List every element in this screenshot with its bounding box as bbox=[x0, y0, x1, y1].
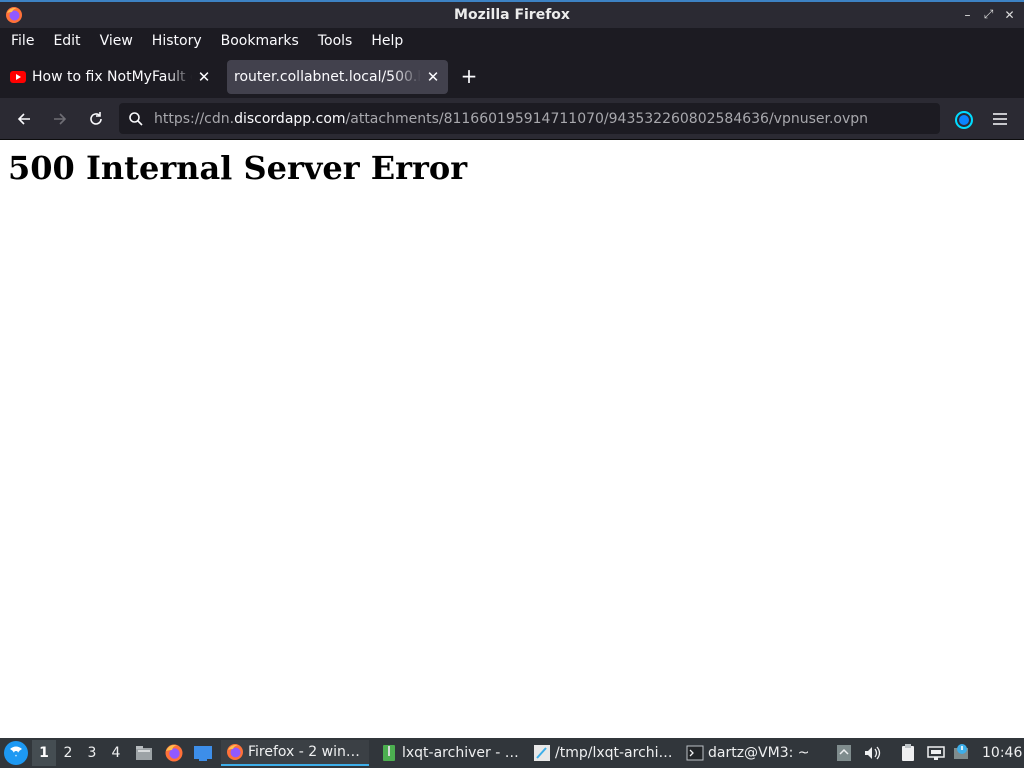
desktop-icon[interactable] bbox=[193, 743, 213, 763]
workspace-3[interactable]: 3 bbox=[86, 745, 98, 761]
url-path: /attachments/811660195914711070/94353226… bbox=[345, 110, 869, 127]
forward-button[interactable] bbox=[48, 107, 72, 131]
clock[interactable]: 10:46 bbox=[982, 745, 1022, 761]
task-terminal[interactable]: dartz@VM3: ~ bbox=[681, 740, 829, 766]
reload-icon bbox=[90, 112, 102, 125]
window-title: Mozilla Firefox bbox=[454, 7, 570, 23]
workspace-1[interactable]: 1 bbox=[38, 745, 50, 761]
navigation-toolbar: https://cdn.discordapp.com/attachments/8… bbox=[0, 98, 1024, 140]
workspace-2[interactable]: 2 bbox=[62, 745, 74, 761]
menu-edit[interactable]: Edit bbox=[45, 33, 88, 49]
menu-tools[interactable]: Tools bbox=[310, 33, 361, 49]
menu-bookmarks[interactable]: Bookmarks bbox=[213, 33, 307, 49]
firefox-launcher-icon[interactable] bbox=[164, 743, 184, 763]
close-tab-icon[interactable]: ✕ bbox=[425, 68, 441, 86]
address-bar[interactable]: https://cdn.discordapp.com/attachments/8… bbox=[119, 103, 940, 134]
url-prefix: https://cdn. bbox=[154, 110, 235, 127]
volume-icon[interactable] bbox=[862, 743, 882, 763]
workspace-4[interactable]: 4 bbox=[110, 745, 122, 761]
tab-youtube[interactable]: How to fix NotMyFault on Windows ✕ bbox=[3, 60, 219, 94]
maximize-button[interactable]: ⤢ bbox=[980, 6, 997, 23]
window-controls: – ⤢ ✕ bbox=[959, 6, 1018, 23]
url-host: discordapp.com bbox=[234, 110, 346, 127]
terminal-icon bbox=[686, 745, 704, 761]
menu-view[interactable]: View bbox=[92, 33, 141, 49]
window-titlebar: Mozilla Firefox – ⤢ ✕ bbox=[0, 0, 1024, 28]
menu-history[interactable]: History bbox=[144, 33, 210, 49]
youtube-icon bbox=[10, 71, 26, 83]
network-icon[interactable] bbox=[926, 743, 946, 763]
task-label: /tmp/lxqt-archi… bbox=[555, 745, 673, 761]
update-notifier-icon[interactable] bbox=[952, 743, 972, 763]
task-firefox[interactable]: Firefox - 2 win… bbox=[221, 740, 369, 766]
menu-bar: File Edit View History Bookmarks Tools H… bbox=[0, 28, 1024, 54]
task-label: Firefox - 2 win… bbox=[248, 744, 360, 760]
forward-arrow-icon bbox=[54, 113, 67, 125]
account-icon[interactable] bbox=[955, 111, 973, 129]
page-content: 500 Internal Server Error bbox=[0, 140, 1024, 738]
firefox-icon bbox=[6, 7, 22, 23]
tab-strip: How to fix NotMyFault on Windows ✕ route… bbox=[0, 54, 1024, 98]
back-arrow-icon bbox=[17, 113, 30, 125]
hamburger-menu-icon[interactable] bbox=[990, 109, 1010, 129]
task-archiver[interactable]: lxqt-archiver - … bbox=[375, 740, 523, 766]
file-manager-icon[interactable] bbox=[134, 743, 154, 763]
menu-help[interactable]: Help bbox=[363, 33, 411, 49]
url-text[interactable]: https://cdn.discordapp.com/attachments/8… bbox=[154, 111, 868, 127]
search-icon bbox=[121, 111, 151, 127]
archiver-icon bbox=[383, 745, 395, 761]
tab-label: router.collabnet.local/500.html bbox=[234, 69, 421, 85]
tab-label: How to fix NotMyFault on Windows bbox=[32, 69, 192, 85]
close-tab-icon[interactable]: ✕ bbox=[196, 68, 212, 86]
taskbar: 1 2 3 4 Firefox - 2 win… lxqt-archiver -… bbox=[0, 738, 1024, 768]
error-heading: 500 Internal Server Error bbox=[8, 149, 468, 187]
task-label: dartz@VM3: ~ bbox=[708, 745, 810, 761]
task-label: lxqt-archiver - … bbox=[402, 745, 519, 761]
clipboard-icon[interactable] bbox=[898, 743, 918, 763]
tab-router-500[interactable]: router.collabnet.local/500.html ✕ bbox=[227, 60, 448, 94]
close-window-button[interactable]: ✕ bbox=[1001, 6, 1018, 23]
reload-button[interactable] bbox=[84, 107, 108, 131]
new-tab-button[interactable]: + bbox=[458, 66, 480, 88]
menu-file[interactable]: File bbox=[3, 33, 42, 49]
minimize-button[interactable]: – bbox=[959, 6, 976, 23]
task-text-editor[interactable]: /tmp/lxqt-archi… bbox=[528, 740, 676, 766]
firefox-icon bbox=[227, 744, 243, 760]
start-menu-icon[interactable] bbox=[3, 740, 29, 766]
text-editor-icon bbox=[534, 745, 550, 761]
back-button[interactable] bbox=[12, 107, 36, 131]
tray-arrow-icon[interactable] bbox=[834, 743, 854, 763]
